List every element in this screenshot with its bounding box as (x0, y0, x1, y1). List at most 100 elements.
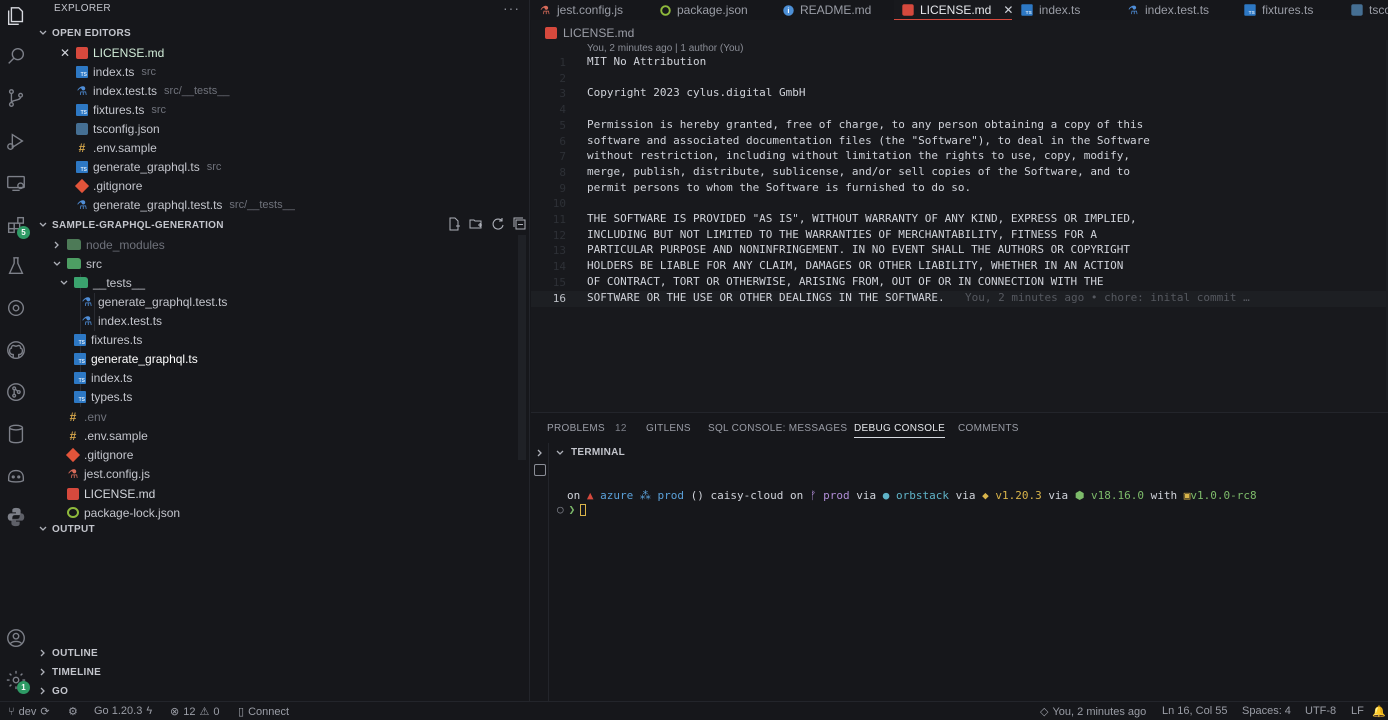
database-icon[interactable] (5, 423, 27, 445)
sidebar-scrollbar[interactable] (518, 235, 526, 460)
open-editor-item[interactable]: fixtures.ts src (76, 100, 166, 119)
tab-index-ts[interactable]: index.ts (1013, 0, 1080, 20)
tab-sql-console[interactable]: SQL CONSOLE: MESSAGES (708, 423, 847, 434)
open-editor-item[interactable]: # .env.sample (76, 138, 157, 157)
python-icon[interactable] (5, 506, 27, 528)
indentation[interactable]: Spaces: 4 (1242, 705, 1291, 717)
open-editor-item[interactable]: index.ts src (76, 62, 156, 81)
open-editor-item[interactable]: ⚗ index.test.ts src/__tests__ (76, 81, 230, 100)
code-line[interactable]: MIT No Attribution (587, 54, 706, 70)
testing-icon[interactable] (5, 255, 27, 277)
tree-item[interactable]: package-lock.json (67, 503, 180, 522)
copilot-icon[interactable] (5, 465, 27, 487)
docker-icon[interactable] (5, 297, 27, 319)
terminal-header[interactable]: TERMINAL (555, 447, 625, 458)
code-line[interactable]: without restriction, including without l… (587, 148, 1130, 164)
tree-item[interactable]: ⚗ generate_graphql.test.ts (81, 292, 228, 311)
go-header[interactable]: GO (38, 683, 68, 699)
chevron-right-icon[interactable] (535, 448, 545, 458)
refresh-icon[interactable] (491, 217, 505, 231)
source-control-icon[interactable] (5, 87, 27, 109)
tab-index-test-ts[interactable]: ⚗ index.test.ts (1119, 0, 1209, 20)
code-line[interactable]: SOFTWARE OR THE USE OR OTHER DEALINGS IN… (587, 290, 945, 306)
tree-item[interactable]: # .env.sample (67, 426, 148, 445)
cursor-position[interactable]: Ln 16, Col 55 (1162, 705, 1227, 717)
new-file-icon[interactable] (447, 217, 461, 231)
code-line[interactable]: Permission is hereby granted, free of ch… (587, 117, 1143, 133)
tree-item-src[interactable]: src (52, 254, 102, 273)
tree-item-selected[interactable]: generate_graphql.ts (74, 349, 198, 368)
branch-indicator[interactable]: ⑂ dev ⟳ (8, 705, 50, 719)
extensions-icon[interactable]: 5 (5, 214, 30, 239)
tree-item[interactable]: # .env (67, 407, 107, 426)
gitlens-status-icon[interactable]: ⚙ (68, 705, 78, 718)
code-line[interactable]: HOLDERS BE LIABLE FOR ANY CLAIM, DAMAGES… (587, 258, 1123, 274)
open-editors-header[interactable]: OPEN EDITORS (38, 25, 131, 41)
code-line[interactable]: OF CONTRACT, TORT OR OTHERWISE, ARISING … (587, 274, 1104, 290)
code-line[interactable]: THE SOFTWARE IS PROVIDED "AS IS", WITHOU… (587, 211, 1137, 227)
gitlens-icon[interactable] (5, 381, 27, 403)
code-line[interactable]: Copyright 2023 cylus.digital GmbH (587, 85, 806, 101)
tree-item[interactable]: fixtures.ts (74, 330, 142, 349)
tab-jest-config[interactable]: ⚗ jest.config.js (531, 0, 623, 20)
settings-gear-icon[interactable]: 1 (5, 669, 30, 694)
project-header[interactable]: SAMPLE-GRAPHQL-GENERATION (38, 217, 224, 233)
explorer-icon[interactable] (5, 5, 27, 27)
encoding[interactable]: UTF-8 (1305, 705, 1336, 717)
code-line[interactable]: permit persons to whom the Software is f… (587, 180, 971, 196)
tab-package-json[interactable]: package.json (652, 0, 748, 20)
connect-button[interactable]: ▯ Connect (238, 705, 289, 719)
timeline-header[interactable]: TIMELINE (38, 664, 101, 680)
problems-indicator[interactable]: ⊗ 12 ⚠ 0 (170, 705, 219, 719)
tree-item[interactable]: LICENSE.md (67, 484, 155, 503)
code-line[interactable]: PARTICULAR PURPOSE AND NONINFRINGEMENT. … (587, 242, 1130, 258)
tab-gitlens[interactable]: GITLENS (646, 423, 691, 434)
close-icon[interactable]: ✕ (1003, 3, 1013, 17)
code-line[interactable]: software and associated documentation fi… (587, 133, 1150, 149)
more-actions-icon[interactable]: ··· (503, 0, 520, 16)
collapse-all-icon[interactable] (513, 217, 527, 231)
remote-explorer-icon[interactable] (5, 172, 27, 194)
run-debug-icon[interactable] (5, 130, 27, 152)
outline-header[interactable]: OUTLINE (38, 645, 98, 661)
tree-item[interactable]: ⚗ index.test.ts (81, 311, 162, 330)
code-line[interactable]: INCLUDING BUT NOT LIMITED TO THE WARRANT… (587, 227, 1097, 243)
blame-status[interactable]: ◇ You, 2 minutes ago (1040, 705, 1146, 719)
open-editor-item[interactable]: generate_graphql.ts src (76, 157, 221, 176)
tree-item-node-modules[interactable]: node_modules (52, 235, 165, 254)
end-of-line[interactable]: LF (1351, 705, 1364, 717)
explorer-sidebar: EXPLORER ··· OPEN EDITORS ✕ LICENSE.md i… (33, 0, 530, 701)
tree-item[interactable]: ⚗ jest.config.js (67, 464, 150, 483)
tree-item-tests-folder[interactable]: __tests__ (59, 273, 145, 292)
search-icon[interactable] (5, 45, 27, 67)
new-folder-icon[interactable] (469, 217, 483, 231)
open-editor-item[interactable]: .gitignore (74, 176, 142, 195)
go-version[interactable]: Go 1.20.3 ϟ (94, 705, 152, 717)
open-editor-item[interactable]: ✕ LICENSE.md (59, 43, 164, 62)
breadcrumb[interactable]: LICENSE.md (545, 26, 634, 40)
tab-comments[interactable]: COMMENTS (958, 423, 1019, 434)
open-editor-item[interactable]: ⚗ generate_graphql.test.ts src/__tests__ (76, 195, 295, 214)
terminal-input-line[interactable]: ○ ❯ (557, 503, 587, 516)
github-icon[interactable] (5, 339, 27, 361)
terminal-settings-icon[interactable] (534, 464, 546, 476)
codelens-blame[interactable]: You, 2 minutes ago | 1 author (You) (587, 43, 743, 54)
tab-readme[interactable]: i README.md (775, 0, 871, 20)
tree-item[interactable]: .gitignore (65, 445, 133, 464)
editor-area[interactable]: LICENSE.md You, 2 minutes ago | 1 author… (531, 20, 1388, 412)
tab-debug-console[interactable]: DEBUG CONSOLE (854, 423, 946, 438)
notifications-icon[interactable]: 🔔 (1372, 705, 1386, 718)
open-editor-item[interactable]: tsconfig.json (76, 119, 160, 138)
tab-tsconfig[interactable]: tsco (1343, 0, 1388, 20)
account-icon[interactable] (5, 627, 27, 649)
inline-blame[interactable]: You, 2 minutes ago • chore: inital commi… (965, 290, 1250, 306)
tab-license[interactable]: LICENSE.md ✕ (894, 0, 1013, 20)
tree-item[interactable]: types.ts (74, 387, 132, 406)
close-icon[interactable]: ✕ (59, 46, 71, 60)
tab-fixtures-ts[interactable]: fixtures.ts (1236, 0, 1313, 20)
output-header[interactable]: OUTPUT (38, 521, 95, 537)
code-line[interactable]: merge, publish, distribute, sublicense, … (587, 164, 1130, 180)
tree-item[interactable]: index.ts (74, 368, 132, 387)
tab-problems[interactable]: PROBLEMS 12 (547, 423, 627, 434)
terminal-prompt[interactable]: on ▲ azure ⁂ prod () caisy-cloud on ᚠ pr… (567, 489, 1257, 502)
